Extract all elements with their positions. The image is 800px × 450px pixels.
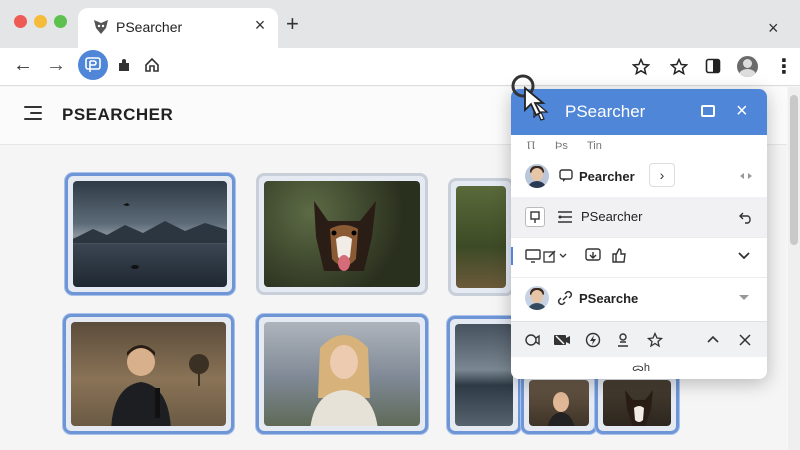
close-window-icon[interactable]: ×	[768, 18, 779, 39]
back-icon[interactable]: ←	[13, 54, 33, 77]
tab-psearcher[interactable]: PSearcher ×	[78, 8, 278, 48]
popup-tab[interactable]: Ⲡ	[527, 140, 535, 153]
avatar	[525, 286, 549, 310]
image-card[interactable]	[521, 372, 597, 434]
forest-path-image	[456, 186, 506, 288]
popup-row-pearcher[interactable]: Pearcher ›	[511, 157, 767, 197]
lake-reflection-image	[455, 324, 513, 426]
woman-thumbnail-image	[529, 380, 589, 426]
psearcher-icon	[85, 57, 101, 72]
man-microphone-image	[71, 322, 226, 426]
image-card[interactable]	[65, 173, 235, 295]
window-close-dot[interactable]	[14, 15, 27, 28]
popup-close-icon[interactable]: ×	[736, 100, 748, 123]
image-card[interactable]	[448, 178, 514, 296]
scroll-thumb[interactable]	[790, 95, 798, 245]
avatar	[525, 164, 549, 188]
mouse-cursor-icon	[511, 74, 546, 117]
extensions-icon[interactable]	[116, 57, 132, 73]
user-icon[interactable]	[615, 332, 631, 348]
undo-icon[interactable]	[739, 210, 753, 224]
chevron-down-icon[interactable]	[559, 253, 567, 259]
image-card[interactable]	[447, 316, 521, 434]
page-title: PSEARCHER	[62, 105, 174, 124]
row-label: Pearcher	[579, 169, 635, 184]
link-icon	[557, 290, 573, 306]
page-scrollbar[interactable]	[788, 87, 800, 450]
video-icon[interactable]	[524, 332, 540, 348]
image-card[interactable]	[256, 173, 428, 295]
popup-row-psearcher[interactable]: PSearcher	[511, 197, 767, 237]
dog-portrait-image	[264, 181, 420, 287]
browser-window: PSearcher × + × ← → ⋮ PSEARCHER PSearche…	[0, 0, 800, 450]
bolt-icon[interactable]	[585, 332, 601, 348]
camera-off-icon[interactable]	[553, 333, 571, 347]
pin-icon	[525, 207, 545, 227]
star-icon[interactable]	[670, 58, 688, 76]
new-tab-button[interactable]: +	[286, 13, 299, 35]
tab-title: PSearcher	[116, 19, 183, 35]
image-card[interactable]	[595, 372, 679, 434]
popup-tab[interactable]: Ϸs	[555, 140, 568, 152]
popup-tab[interactable]: Tin	[587, 140, 602, 152]
image-card[interactable]	[256, 314, 428, 434]
popup-bottom: ᯅh	[511, 357, 767, 379]
psearcher-extension-button[interactable]	[78, 50, 108, 80]
lake-mountain-image	[73, 181, 227, 287]
hamburger-menu-icon[interactable]	[24, 106, 42, 124]
chevron-down-icon[interactable]	[737, 251, 751, 261]
row-label: PSearcher	[581, 209, 643, 224]
popup-window-icon[interactable]	[701, 105, 715, 117]
bookmark-star-icon[interactable]	[632, 58, 650, 76]
tab-close-icon[interactable]: ×	[250, 15, 270, 36]
popup-row-psearche[interactable]: PSearche	[511, 279, 767, 319]
profile-avatar[interactable]	[737, 56, 758, 77]
popup-title: PSearcher	[565, 102, 646, 121]
forward-icon[interactable]: →	[46, 54, 66, 77]
expand-icon[interactable]	[739, 170, 753, 182]
window-minimize-dot[interactable]	[34, 15, 47, 28]
browser-toolbar: ← → ⋮	[0, 48, 800, 86]
close-icon[interactable]	[739, 334, 751, 346]
psearcher-favicon-icon	[94, 20, 108, 34]
edit-icon[interactable]	[543, 249, 557, 263]
menu-icon[interactable]: ⋮	[774, 54, 794, 79]
popup-row-tools	[511, 237, 767, 277]
filter-icon	[558, 211, 572, 223]
row-label: PSearche	[579, 291, 639, 306]
tab-bar: PSearcher × + ×	[0, 0, 800, 48]
popup-footer-toolbar	[511, 321, 767, 357]
side-panel-icon[interactable]	[705, 58, 721, 74]
image-card[interactable]	[63, 314, 234, 434]
psearcher-popup: PSearcher × Ⲡ Ϸs Tin Pearcher › PSearche…	[511, 89, 767, 379]
dog-thumbnail-image	[603, 380, 671, 426]
chevron-down-icon[interactable]	[737, 293, 751, 303]
footer-logo: ᯅh	[632, 362, 650, 374]
star-outline-icon[interactable]	[647, 332, 663, 348]
popup-tabs: Ⲡ Ϸs Tin	[511, 135, 767, 159]
chevron-up-icon[interactable]	[707, 335, 719, 343]
thumbs-up-icon[interactable]	[611, 247, 627, 263]
window-zoom-dot[interactable]	[54, 15, 67, 28]
home-icon[interactable]	[144, 57, 160, 73]
download-icon[interactable]	[585, 248, 601, 264]
chevron-right-icon[interactable]: ›	[649, 163, 675, 187]
chat-icon	[559, 169, 573, 182]
woman-portrait-image	[264, 322, 420, 426]
monitor-icon[interactable]	[525, 249, 541, 263]
